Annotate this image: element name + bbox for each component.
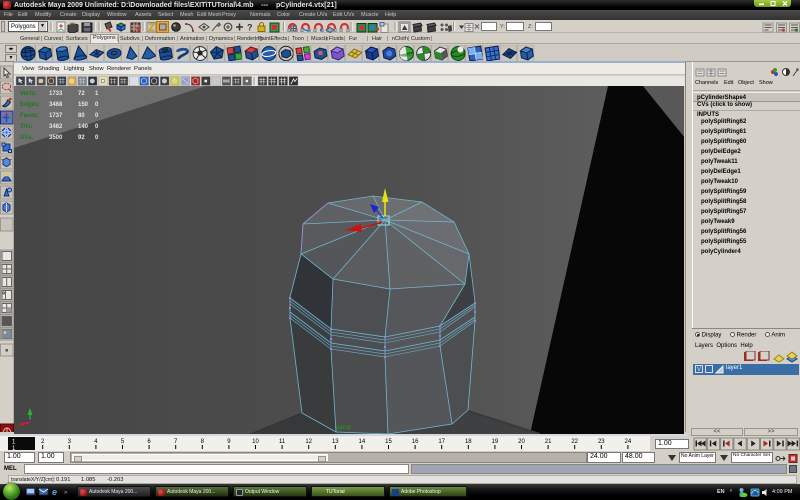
svg-text:23: 23 (598, 439, 605, 445)
svg-text:3: 3 (68, 439, 72, 445)
svg-text:6: 6 (147, 439, 151, 445)
svg-text:2: 2 (41, 439, 45, 445)
svg-text:17: 17 (438, 439, 445, 445)
svg-text:Edges:: Edges: (20, 102, 40, 108)
svg-text:Tris:: Tris: (20, 124, 33, 130)
svg-text:3500: 3500 (49, 135, 63, 141)
svg-text:9: 9 (227, 439, 231, 445)
svg-text:18: 18 (465, 439, 472, 445)
svg-text:5: 5 (121, 439, 125, 445)
svg-text:4: 4 (94, 439, 98, 445)
svg-text:1733: 1733 (49, 91, 63, 97)
svg-text:80: 80 (78, 113, 85, 119)
svg-text:21: 21 (545, 439, 552, 445)
svg-text:12: 12 (305, 439, 312, 445)
svg-text:14: 14 (359, 439, 366, 445)
svg-text:15: 15 (385, 439, 392, 445)
svg-text:1737: 1737 (49, 113, 63, 119)
svg-text:20: 20 (518, 439, 525, 445)
svg-text:92: 92 (78, 135, 85, 141)
svg-text:7: 7 (174, 439, 178, 445)
svg-text:10: 10 (252, 439, 259, 445)
svg-text:8: 8 (201, 439, 205, 445)
svg-text:3482: 3482 (49, 124, 63, 130)
svg-text:Faces:: Faces: (20, 113, 39, 119)
svg-text:?: ? (247, 23, 253, 33)
svg-text:e: e (52, 487, 57, 497)
svg-text:16: 16 (412, 439, 419, 445)
svg-text:3468: 3468 (49, 102, 63, 108)
svg-text:140: 140 (78, 124, 89, 130)
svg-text:24: 24 (625, 439, 632, 445)
svg-text:11: 11 (279, 439, 286, 445)
svg-text:Verts:: Verts: (20, 91, 37, 97)
svg-text:»: » (64, 490, 68, 496)
svg-text:19: 19 (492, 439, 499, 445)
svg-text:150: 150 (78, 102, 89, 108)
svg-text:13: 13 (332, 439, 339, 445)
svg-text:UVs:: UVs: (20, 135, 34, 141)
svg-text:72: 72 (78, 91, 85, 97)
svg-text:22: 22 (571, 439, 578, 445)
svg-text:persp: persp (336, 425, 352, 431)
